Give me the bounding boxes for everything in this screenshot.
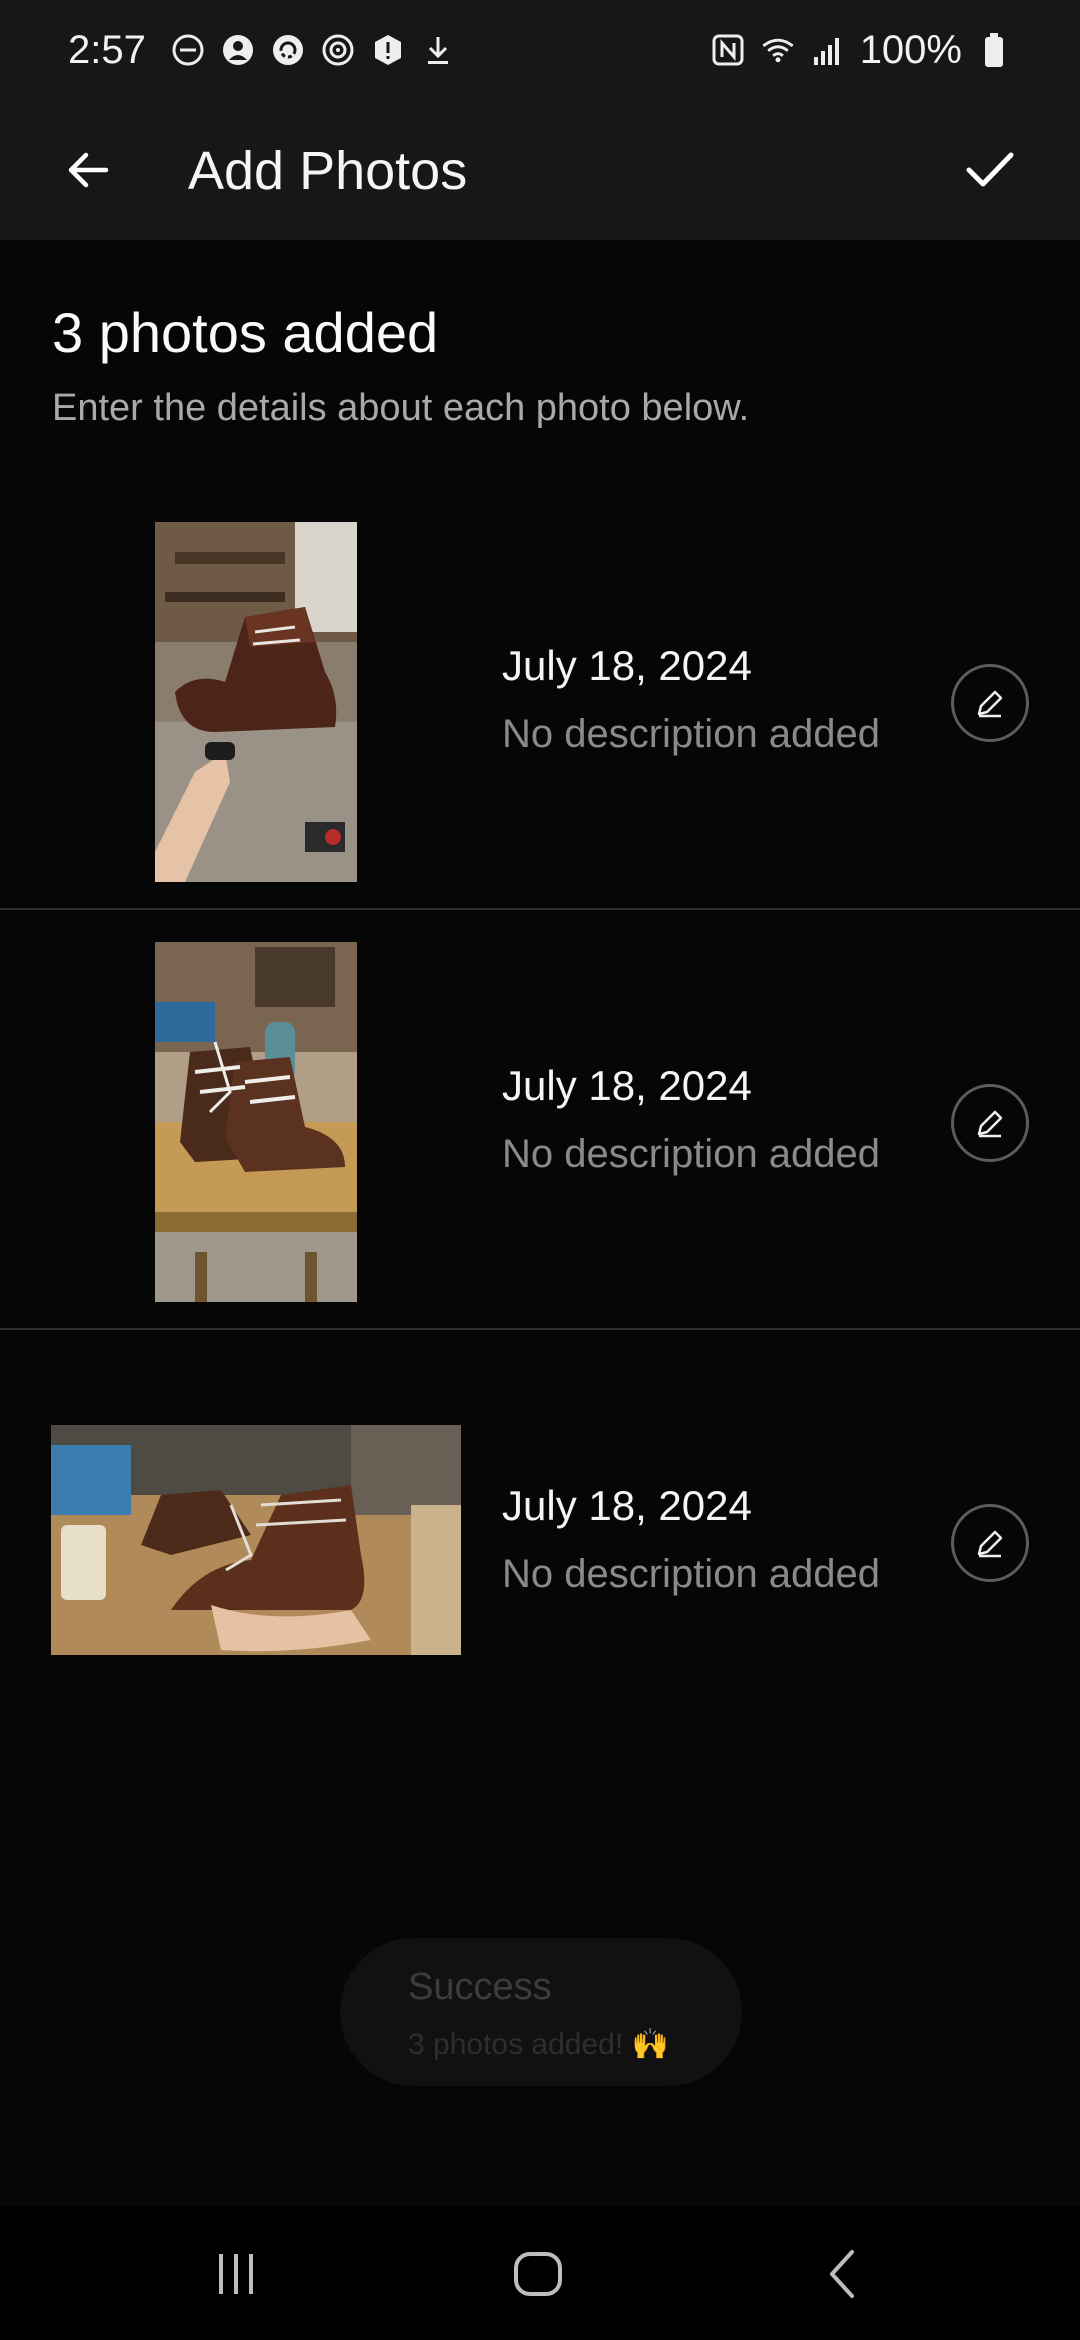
photo-thumbnail[interactable] — [155, 942, 357, 1302]
arrow-left-icon — [68, 152, 109, 188]
check-icon — [966, 152, 1014, 187]
edit-button[interactable] — [951, 1504, 1029, 1582]
toast-message: 3 photos added! 🙌 — [408, 2028, 669, 2061]
photo-description: No description added — [502, 1132, 881, 1176]
photo-description: No description added — [502, 712, 881, 756]
pencil-icon — [977, 1530, 1003, 1558]
account-icon — [220, 32, 256, 68]
back-button[interactable] — [52, 134, 124, 206]
system-back-button[interactable] — [802, 2242, 882, 2306]
photo-date: July 18, 2024 — [502, 1482, 752, 1529]
toast-title: Success — [408, 1966, 552, 2008]
download-icon — [420, 32, 456, 68]
home-button[interactable] — [498, 2242, 578, 2306]
battery-percent: 100% — [859, 27, 962, 72]
photo-row: July 18, 2024 No description added — [0, 490, 1080, 910]
app-bar: Add Photos — [0, 100, 1080, 240]
recent-apps-icon — [219, 2254, 253, 2294]
status-right: 100% — [710, 28, 1012, 73]
pencil-icon — [977, 690, 1003, 718]
dnd-icon — [170, 32, 206, 68]
edit-button[interactable] — [951, 1084, 1029, 1162]
photo-thumbnail[interactable] — [51, 1425, 461, 1655]
nfc-icon — [710, 32, 746, 68]
edit-button[interactable] — [951, 664, 1029, 742]
battery-icon — [976, 32, 1012, 68]
wifi-icon — [760, 32, 796, 68]
summary-header: 3 photos added Enter the details about e… — [52, 300, 749, 430]
photo-details: July 18, 2024 No description added — [502, 1062, 880, 1177]
instructions-text: Enter the details about each photo below… — [52, 387, 750, 429]
boot-photo-image — [155, 522, 357, 882]
status-time: 2:57 — [68, 27, 146, 72]
target-icon — [320, 32, 356, 68]
boots-photo-image — [155, 942, 357, 1302]
photo-date: July 18, 2024 — [502, 1062, 752, 1109]
status-left: 2:57 — [68, 28, 456, 73]
photo-details: July 18, 2024 No description added — [502, 1482, 880, 1597]
system-nav-bar — [0, 2206, 1080, 2340]
photo-date: July 18, 2024 — [502, 642, 752, 689]
photo-row: July 18, 2024 No description added — [0, 1330, 1080, 1750]
confirm-button[interactable] — [952, 132, 1028, 208]
photo-row: July 18, 2024 No description added — [0, 910, 1080, 1330]
signal-icon — [810, 32, 846, 68]
page-title: Add Photos — [188, 141, 468, 201]
photo-list: July 18, 2024 No description added July … — [0, 490, 1080, 1750]
chevron-left-icon — [830, 2250, 854, 2298]
home-icon — [514, 2252, 562, 2296]
sync-icon — [270, 32, 306, 68]
status-bar: 2:57 100% — [0, 0, 1080, 100]
recent-apps-button[interactable] — [196, 2242, 276, 2306]
boots-landscape-photo-image — [51, 1425, 461, 1655]
success-toast: Success 3 photos added! 🙌 — [340, 1938, 742, 2086]
photo-thumbnail[interactable] — [155, 522, 357, 882]
alert-icon — [370, 32, 406, 68]
photos-added-title: 3 photos added — [52, 301, 439, 364]
photo-description: No description added — [502, 1552, 881, 1596]
pencil-icon — [977, 1110, 1003, 1138]
photo-details: July 18, 2024 No description added — [502, 642, 880, 757]
